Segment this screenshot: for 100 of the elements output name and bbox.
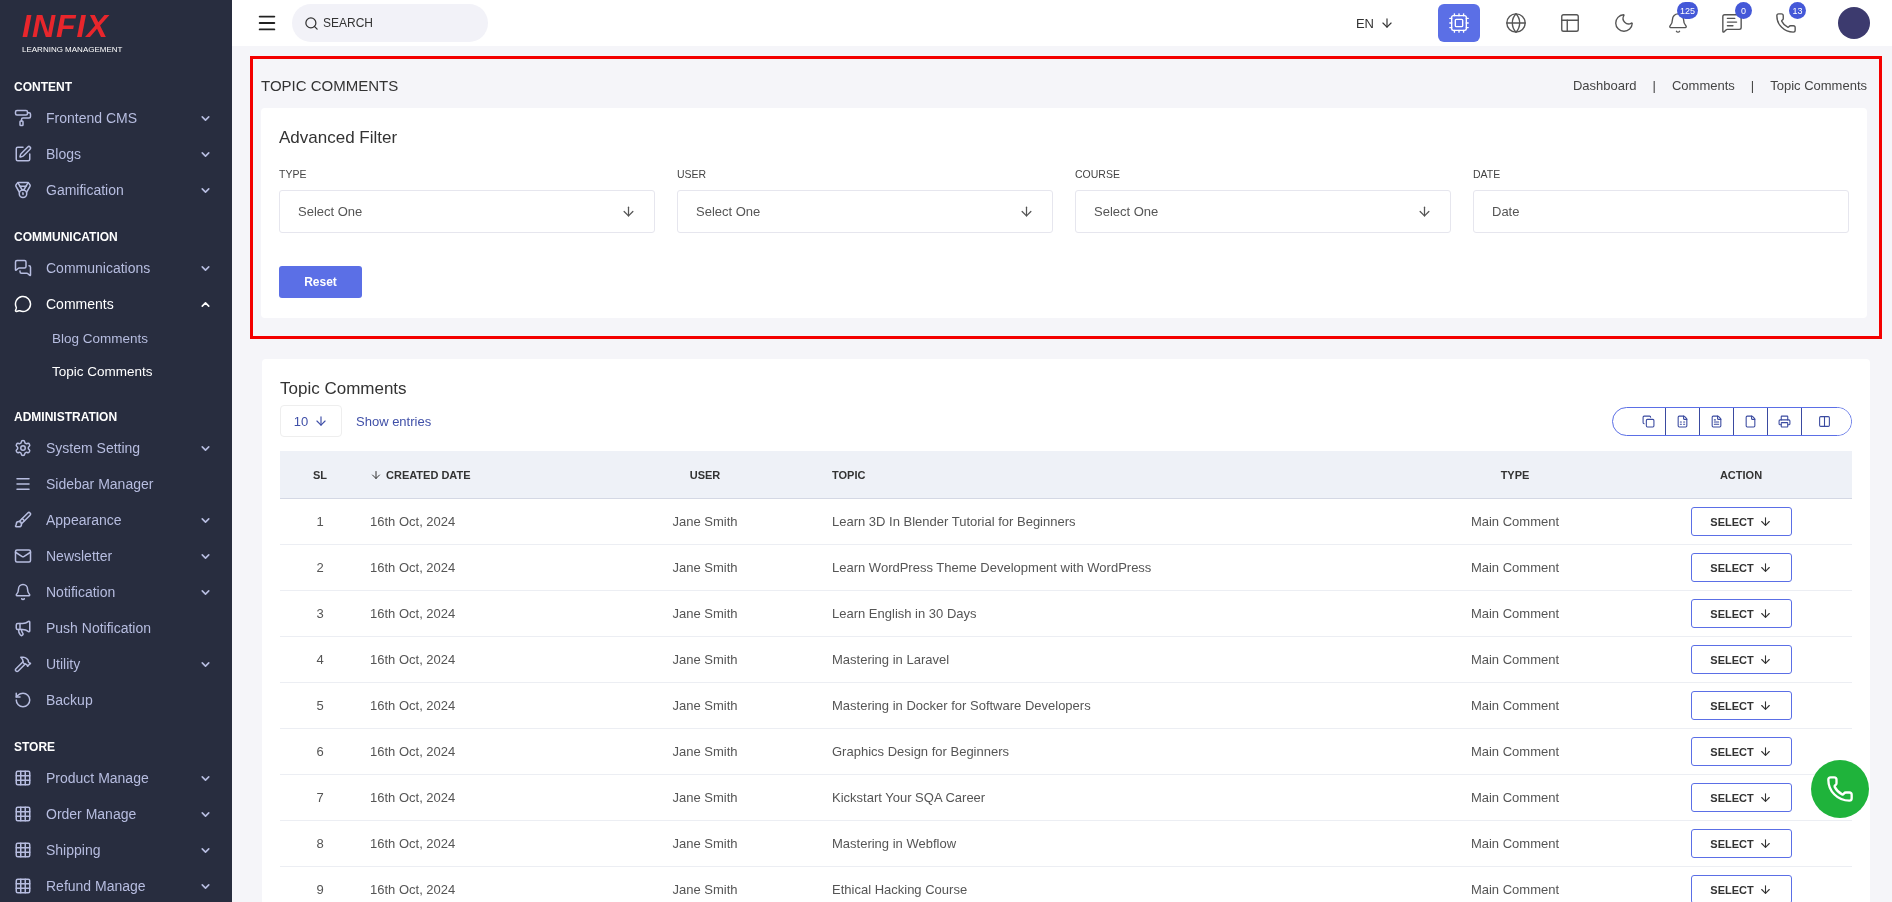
reset-button[interactable]: Reset: [279, 266, 362, 298]
select-button[interactable]: SELECT: [1690, 553, 1792, 582]
column-header[interactable]: TOPIC: [810, 468, 1400, 481]
select-field[interactable]: Select One: [677, 190, 1053, 233]
sidebar-subitem[interactable]: Blog Comments: [0, 322, 232, 355]
sidebar-item[interactable]: Communications: [0, 250, 232, 286]
menu-icon: [14, 475, 32, 493]
select-button[interactable]: SELECT: [1690, 783, 1792, 812]
grid-icon: [14, 841, 32, 859]
sidebar-item[interactable]: Gamification: [0, 172, 232, 208]
count-badge: 13: [1789, 2, 1806, 19]
sidebar-section-title: ADMINISTRATION: [13, 409, 119, 426]
table-cell-text: 8: [315, 836, 325, 851]
table-cell-text: 16th Oct, 2024: [369, 790, 457, 805]
sidebar-item[interactable]: Order Manage: [0, 796, 232, 832]
arrow-down-icon: [1758, 791, 1772, 804]
table-cell-text: 7: [315, 790, 325, 805]
sidebar-section-title: STORE: [13, 739, 57, 756]
table-cell-text: 2: [315, 560, 325, 575]
table-cell-text: 16th Oct, 2024: [369, 882, 457, 897]
breadcrumb-link[interactable]: Dashboard: [1572, 78, 1637, 93]
avatar[interactable]: [1838, 7, 1870, 39]
breadcrumb-link[interactable]: Comments: [1671, 78, 1735, 93]
arrow-down-icon: [1758, 561, 1772, 574]
date-field[interactable]: Date: [1473, 190, 1849, 233]
select-button[interactable]: SELECT: [1690, 737, 1792, 766]
table-cell-text: Jane Smith: [671, 606, 739, 621]
sidebar-item[interactable]: Appearance: [0, 502, 232, 538]
select-field[interactable]: Select One: [1075, 190, 1451, 233]
logo-tagline: LEARNING MANAGEMENT: [22, 45, 124, 54]
copy-icon: [1641, 414, 1655, 428]
sidebar-item[interactable]: Push Notification: [0, 610, 232, 646]
select-field[interactable]: Select One: [279, 190, 655, 233]
file-icon: [1744, 414, 1757, 428]
table-cell-text: Mastering in Laravel: [831, 652, 951, 667]
sidebar-item[interactable]: Sidebar Manager: [0, 466, 232, 502]
language-selector[interactable]: EN: [1349, 14, 1400, 32]
sidebar-item[interactable]: Shipping: [0, 832, 232, 868]
sidebar-item[interactable]: Product Manage: [0, 760, 232, 796]
sidebar-item[interactable]: Blogs: [0, 136, 232, 172]
sidebar-section-title: COMMUNICATION: [13, 229, 119, 246]
arrow-down-icon: [621, 204, 636, 219]
table-cell-text: Jane Smith: [671, 882, 739, 897]
sidebar-item[interactable]: Notification: [0, 574, 232, 610]
table-cell-text: Main Comment: [1469, 560, 1561, 575]
sidebar-item[interactable]: Newsletter: [0, 538, 232, 574]
sidebar-item[interactable]: Frontend CMS: [0, 100, 232, 136]
sidebar-section-title: CONTENT: [13, 79, 73, 96]
arrow-down-icon: [1758, 515, 1772, 528]
toolbar-button[interactable]: 13: [1768, 4, 1804, 42]
select-button[interactable]: SELECT: [1690, 645, 1792, 674]
ai-chip-icon: [1448, 12, 1470, 34]
column-header[interactable]: SL: [280, 468, 360, 481]
select-button[interactable]: SELECT: [1690, 875, 1792, 902]
phone-icon: [1826, 775, 1854, 803]
arrow-down-icon: [1758, 699, 1772, 712]
bell-icon: [1667, 12, 1689, 34]
table-cell-text: 16th Oct, 2024: [369, 560, 457, 575]
toolbar-button[interactable]: 125: [1660, 4, 1696, 42]
table-cell-text: 6: [315, 744, 325, 759]
column-header[interactable]: TYPE: [1400, 468, 1630, 481]
sidebar-subitem[interactable]: Topic Comments: [0, 355, 232, 388]
toolbar-button[interactable]: [1438, 4, 1480, 42]
table-cell-text: Main Comment: [1469, 606, 1561, 621]
card-title: Advanced Filter: [279, 128, 399, 148]
field-label: DATE: [1473, 168, 1502, 180]
select-button[interactable]: SELECT: [1690, 829, 1792, 858]
select-button[interactable]: SELECT: [1690, 599, 1792, 628]
sidebar-item[interactable]: Utility: [0, 646, 232, 682]
table-cell-text: Jane Smith: [671, 790, 739, 805]
toolbar-button[interactable]: 0: [1714, 4, 1750, 42]
message-icon: [1721, 12, 1743, 34]
table-cell-text: Main Comment: [1469, 652, 1561, 667]
arrow-down-icon: [1758, 607, 1772, 620]
search-field[interactable]: SEARCH: [292, 4, 488, 42]
column-header[interactable]: ACTION: [1630, 468, 1852, 481]
column-header[interactable]: CREATED DATE: [360, 468, 600, 481]
sidebar-item[interactable]: System Setting: [0, 430, 232, 466]
column-header[interactable]: USER: [600, 468, 810, 481]
chat-bubbles-icon: [14, 259, 32, 277]
arrow-down-icon: [1417, 204, 1432, 219]
grid-icon: [14, 877, 32, 895]
sidebar-item[interactable]: Backup: [0, 682, 232, 718]
table-cell-text: 4: [315, 652, 325, 667]
export-button[interactable]: [1801, 407, 1851, 435]
page-title: TOPIC COMMENTS: [261, 77, 399, 94]
table-cell-text: 16th Oct, 2024: [369, 606, 457, 621]
select-button[interactable]: SELECT: [1690, 507, 1792, 536]
table-cell-text: Learn 3D In Blender Tutorial for Beginners: [831, 514, 1077, 529]
select-button[interactable]: SELECT: [1690, 691, 1792, 720]
sidebar-item[interactable]: Comments: [0, 286, 232, 322]
page-size-select[interactable]: 10: [280, 405, 342, 437]
table-cell-text: Graphics Design for Beginners: [831, 744, 1011, 759]
chat-bubble-icon: [14, 295, 32, 313]
sidebar-item[interactable]: Refund Manage: [0, 868, 232, 902]
table-cell-text: 16th Oct, 2024: [369, 698, 457, 713]
arrow-down-icon: [1758, 745, 1772, 758]
table-cell-text: Main Comment: [1469, 744, 1561, 759]
breadcrumb-link[interactable]: Topic Comments: [1770, 78, 1867, 93]
table-cell-text: Ethical Hacking Course: [831, 882, 969, 897]
